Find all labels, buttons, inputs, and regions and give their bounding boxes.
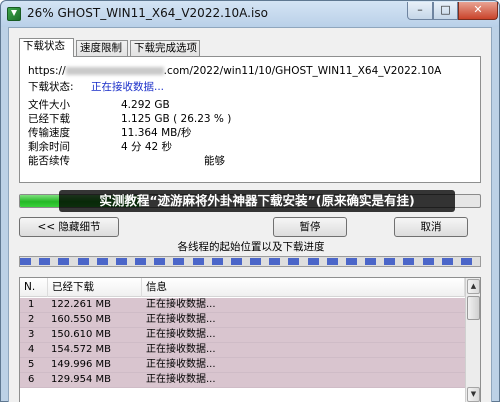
thread-segment (250, 258, 261, 265)
cell-info: 正在接收数据... (146, 329, 216, 340)
url-redacted (65, 67, 164, 75)
url-suffix: .com/2022/win11/10/GHOST_WIN11_X64_V2022… (163, 65, 442, 77)
thread-segment (116, 258, 127, 265)
column-header-downloaded[interactable]: 已经下载 (48, 278, 142, 297)
tab-download-status[interactable]: 下载状态 (19, 38, 74, 57)
thread-segment (346, 258, 357, 265)
remaining-time-value: 4 分 42 秒 (121, 141, 173, 153)
thread-segment (308, 258, 319, 265)
thread-segment (461, 258, 472, 265)
thread-segment (442, 258, 453, 265)
column-header-number[interactable]: N. (20, 278, 48, 297)
thread-segment (97, 258, 108, 265)
cell-downloaded: 129.954 MB (51, 374, 112, 385)
thread-segment (288, 258, 299, 265)
overlay-banner: 实测教程“迹游麻将外卦神器下载安装”(原来确实是有挂) (59, 190, 455, 212)
cell-number: 1 (28, 299, 35, 310)
thread-segment (327, 258, 338, 265)
thread-segment (39, 258, 50, 265)
table-body: 1 122.261 MB 正在接收数据... 2 160.550 MB 正在接收… (20, 298, 465, 388)
cell-downloaded: 122.261 MB (51, 299, 112, 310)
table-row[interactable]: 6 129.954 MB 正在接收数据... (20, 373, 465, 388)
scroll-down-arrow-icon[interactable]: ▼ (467, 387, 480, 402)
cancel-button[interactable]: 取消 (394, 217, 468, 237)
cell-number: 3 (28, 329, 35, 340)
speed-label: 传输速度 (28, 127, 70, 139)
thread-segment (58, 258, 69, 265)
file-size-value: 4.292 GB (121, 99, 170, 111)
thread-progress-title: 各线程的起始位置以及下载进度 (177, 241, 325, 253)
cell-info: 正在接收数据... (146, 374, 216, 385)
thread-segment (20, 258, 31, 265)
pause-button[interactable]: 暂停 (273, 217, 347, 237)
cell-downloaded: 150.610 MB (51, 329, 112, 340)
dialog-body: 下载状态 速度限制 下载完成选项 https:// .com/2022/win11… (8, 27, 492, 402)
thread-segment (78, 258, 89, 265)
thread-segment (423, 258, 434, 265)
tab-completion-options[interactable]: 下载完成选项 (130, 40, 200, 56)
cell-number: 5 (28, 359, 35, 370)
cell-downloaded: 154.572 MB (51, 344, 112, 355)
downloaded-value: 1.125 GB ( 26.23 % ) (121, 113, 232, 125)
vertical-scrollbar[interactable]: ▲ ▼ (465, 278, 480, 402)
scrollbar-thumb[interactable] (467, 296, 480, 320)
download-arrow-icon (7, 7, 21, 21)
thread-segment (193, 258, 204, 265)
cell-number: 6 (28, 374, 35, 385)
thread-segment (212, 258, 223, 265)
cell-info: 正在接收数据... (146, 344, 216, 355)
status-panel: https:// .com/2022/win11/10/GHOST_WIN11_X… (19, 56, 481, 183)
thread-segment (403, 258, 414, 265)
table-header: N. 已经下载 信息 (20, 278, 465, 297)
table-row[interactable]: 5 149.996 MB 正在接收数据... (20, 358, 465, 373)
window-title: 26% GHOST_WIN11_X64_V2022.10A.iso (27, 6, 268, 20)
downloaded-label: 已经下载 (28, 113, 70, 125)
hide-details-button[interactable]: << 隐藏细节 (19, 217, 119, 237)
cell-number: 4 (28, 344, 35, 355)
title-bar[interactable]: 26% GHOST_WIN11_X64_V2022.10A.iso – □ ✕ (1, 1, 499, 27)
thread-segment (269, 258, 280, 265)
table-row[interactable]: 2 160.550 MB 正在接收数据... (20, 313, 465, 328)
thread-progress-bar (19, 256, 481, 267)
resume-label: 能否续传 (28, 155, 70, 167)
status-value: 正在接收数据... (91, 81, 165, 93)
table-row[interactable]: 4 154.572 MB 正在接收数据... (20, 343, 465, 358)
thread-segment (173, 258, 184, 265)
thread-segment (384, 258, 395, 265)
cell-downloaded: 160.550 MB (51, 314, 112, 325)
cell-downloaded: 149.996 MB (51, 359, 112, 370)
minimize-button[interactable]: – (407, 2, 433, 20)
speed-value: 11.364 MB/秒 (121, 127, 192, 139)
tab-speed-limit[interactable]: 速度限制 (76, 40, 128, 56)
cell-info: 正在接收数据... (146, 359, 216, 370)
thread-segment (231, 258, 242, 265)
status-label: 下载状态: (28, 81, 74, 93)
cell-info: 正在接收数据... (146, 314, 216, 325)
thread-segment (135, 258, 146, 265)
thread-table: N. 已经下载 信息 1 122.261 MB 正在接收数据... 2 160.… (19, 277, 481, 402)
thread-segment (154, 258, 165, 265)
cell-info: 正在接收数据... (146, 299, 216, 310)
thread-segment (365, 258, 376, 265)
file-size-label: 文件大小 (28, 99, 70, 111)
url-prefix: https:// (28, 65, 66, 77)
app-window: 26% GHOST_WIN11_X64_V2022.10A.iso – □ ✕ … (0, 0, 500, 402)
cell-number: 2 (28, 314, 35, 325)
table-row[interactable]: 3 150.610 MB 正在接收数据... (20, 328, 465, 343)
column-header-info[interactable]: 信息 (142, 278, 465, 297)
resume-value: 能够 (204, 155, 225, 167)
maximize-button[interactable]: □ (433, 2, 458, 20)
remaining-time-label: 剩余时间 (28, 141, 70, 153)
table-row[interactable]: 1 122.261 MB 正在接收数据... (20, 298, 465, 313)
close-button[interactable]: ✕ (458, 2, 498, 20)
scroll-up-arrow-icon[interactable]: ▲ (467, 279, 480, 294)
